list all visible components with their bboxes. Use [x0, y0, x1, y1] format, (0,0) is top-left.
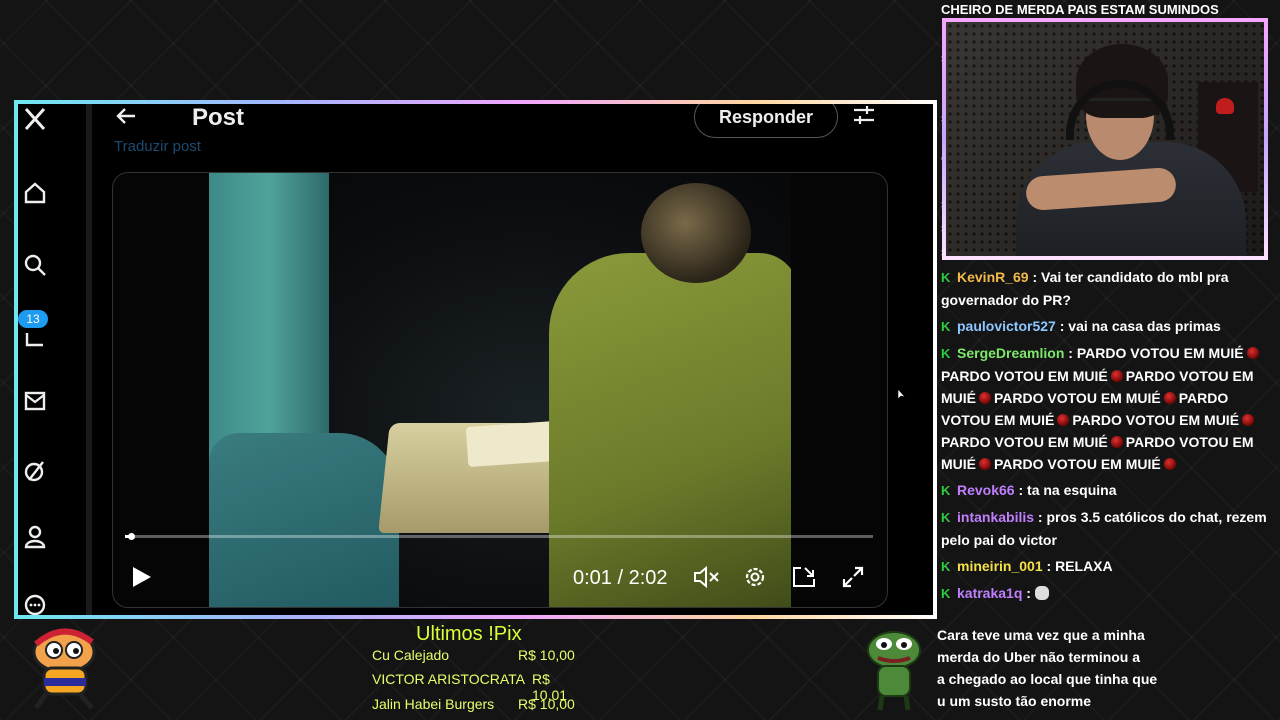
video-progress-bar[interactable]: [125, 533, 873, 540]
overlay-top-text: CHEIRO DE MERDA PAIS ESTAM SUMINDOS: [941, 2, 1219, 17]
tts-line: a chegado ao local que tinha que: [937, 671, 1158, 687]
chat-text: PARDO VOTOU EM MUIÉ: [1072, 412, 1240, 428]
video-player[interactable]: 0:01 / 2:02: [112, 172, 888, 608]
mute-icon[interactable]: [693, 565, 721, 594]
more-icon[interactable]: [22, 590, 48, 615]
chat-message: Kmineirin_001 : RELAXA: [941, 555, 1271, 578]
chat-text: RELAXA: [1055, 558, 1113, 574]
tts-line: merda do Uber não terminou a: [937, 649, 1141, 665]
kick-badge-icon: K: [941, 559, 951, 574]
red-emote-icon: [979, 458, 991, 470]
reply-button[interactable]: Responder: [694, 104, 838, 138]
video-controls: 0:01 / 2:02: [113, 549, 887, 607]
chat-message: K KevinR_69 : Vai ter candidato do mbl pr…: [941, 269, 1229, 308]
pix-entry-name: Cu Calejado: [372, 647, 450, 663]
webcam-frame: [942, 18, 1268, 260]
chat-text: ta na esquina: [1027, 482, 1117, 498]
chat-text: vai na casa das primas: [1068, 318, 1221, 334]
video-time: 0:01 / 2:02: [573, 567, 668, 589]
fullscreen-icon[interactable]: [841, 565, 865, 594]
chat-message: Kpaulovictor527 : vai na casa das primas: [941, 315, 1271, 338]
kick-badge-icon: K: [941, 270, 951, 285]
chat-text: PARDO VOTOU EM MUIÉ: [994, 390, 1161, 406]
kick-badge-icon: K: [941, 586, 951, 601]
video-frame: [209, 173, 791, 607]
notifications-icon[interactable]: [22, 326, 48, 352]
twitter-sidebar: 13: [18, 104, 87, 615]
messages-icon[interactable]: [22, 388, 48, 414]
tts-line: u um susto tão enorme: [937, 693, 1092, 709]
chat-username[interactable]: SergeDreamlion: [957, 345, 1064, 361]
screen-capture-frame: 13 Post Responder Traduzir post 0:01 / 2…: [14, 100, 937, 619]
webcam-red-object: [1216, 98, 1234, 114]
x-logo-icon[interactable]: [22, 106, 48, 132]
page-title: Post: [192, 104, 245, 131]
pix-entry-amount: R$ 10,00: [518, 696, 575, 712]
search-icon[interactable]: [22, 252, 48, 278]
tts-message: Cara teve uma vez que a minha merda do Ub…: [937, 624, 1177, 712]
chat-username[interactable]: KevinR_69: [957, 269, 1029, 285]
red-emote-icon: [1110, 370, 1123, 382]
red-emote-icon: [1163, 458, 1176, 470]
chat-panel: K KevinR_69 : Vai ter candidato do mbl pr…: [941, 266, 1271, 609]
pix-entry-name: Jalin Habei Burgers: [372, 696, 495, 712]
red-emote-icon: [1110, 436, 1123, 448]
red-emote-icon: [1242, 414, 1255, 426]
red-emote-icon: [979, 392, 991, 404]
kick-badge-icon: K: [941, 510, 951, 525]
mouse-cursor-icon: [897, 388, 906, 406]
webcam-feed: [946, 22, 1264, 256]
red-emote-icon: [1163, 392, 1176, 404]
chat-text: PARDO VOTOU EM MUIÉ: [994, 456, 1161, 472]
translate-post-link[interactable]: Traduzir post: [114, 138, 201, 155]
picture-in-picture-icon[interactable]: [791, 565, 817, 594]
chat-username[interactable]: katraka1q: [957, 585, 1022, 601]
chat-text: PARDO VOTOU EM MUIÉ: [941, 434, 1108, 450]
video-progress-knob[interactable]: [128, 533, 135, 540]
kick-badge-icon: K: [941, 346, 951, 361]
play-icon[interactable]: [131, 565, 153, 594]
post-header: Post Responder: [92, 104, 903, 140]
home-icon[interactable]: [22, 180, 48, 206]
chat-text: PARDO VOTOU EM MUIÉ: [941, 368, 1108, 384]
kick-badge-icon: K: [941, 319, 951, 334]
pix-title: Ultimos !Pix: [416, 623, 522, 645]
tts-line: Cara teve uma vez que a minha: [937, 627, 1145, 643]
pix-entry-name: VICTOR ARISTOCRATA: [372, 671, 525, 687]
video-man-head: [641, 183, 751, 283]
chat-username[interactable]: mineirin_001: [957, 558, 1043, 574]
page-scrollbar[interactable]: [903, 104, 933, 615]
profile-icon[interactable]: [22, 524, 48, 550]
grok-icon[interactable]: [22, 458, 48, 484]
twitter-window: 13 Post Responder Traduzir post 0:01 / 2…: [18, 104, 933, 615]
settings-gear-icon[interactable]: [743, 565, 767, 594]
sidebar-scrollbar[interactable]: [86, 104, 92, 615]
chat-message: Kkatraka1q :: [941, 582, 1271, 605]
pix-entry-amount: R$ 10,00: [518, 647, 575, 663]
back-arrow-icon[interactable]: [114, 104, 138, 135]
chat-username[interactable]: Revok66: [957, 482, 1015, 498]
chat-message: K SergeDreamlion : PARDO VOTOU EM MUIÉPAR…: [941, 342, 1271, 475]
pepe-frog-icon: [864, 628, 924, 717]
chat-message: Kintankabilis : pros 3.5 católicos do ch…: [941, 509, 1267, 548]
mascot-character-icon: [22, 624, 112, 717]
chat-username[interactable]: intankabilis: [957, 509, 1034, 525]
chat-username[interactable]: paulovictor527: [957, 318, 1056, 334]
filter-settings-icon[interactable]: [852, 104, 876, 133]
chat-text: PARDO VOTOU EM MUIÉ: [1076, 345, 1244, 361]
red-emote-icon: [1246, 347, 1259, 359]
red-emote-icon: [1057, 414, 1070, 426]
kick-badge-icon: K: [941, 483, 951, 498]
skull-emote-icon: [1034, 586, 1049, 600]
chat-message: K Revok66 : ta na esquina: [941, 479, 1271, 502]
